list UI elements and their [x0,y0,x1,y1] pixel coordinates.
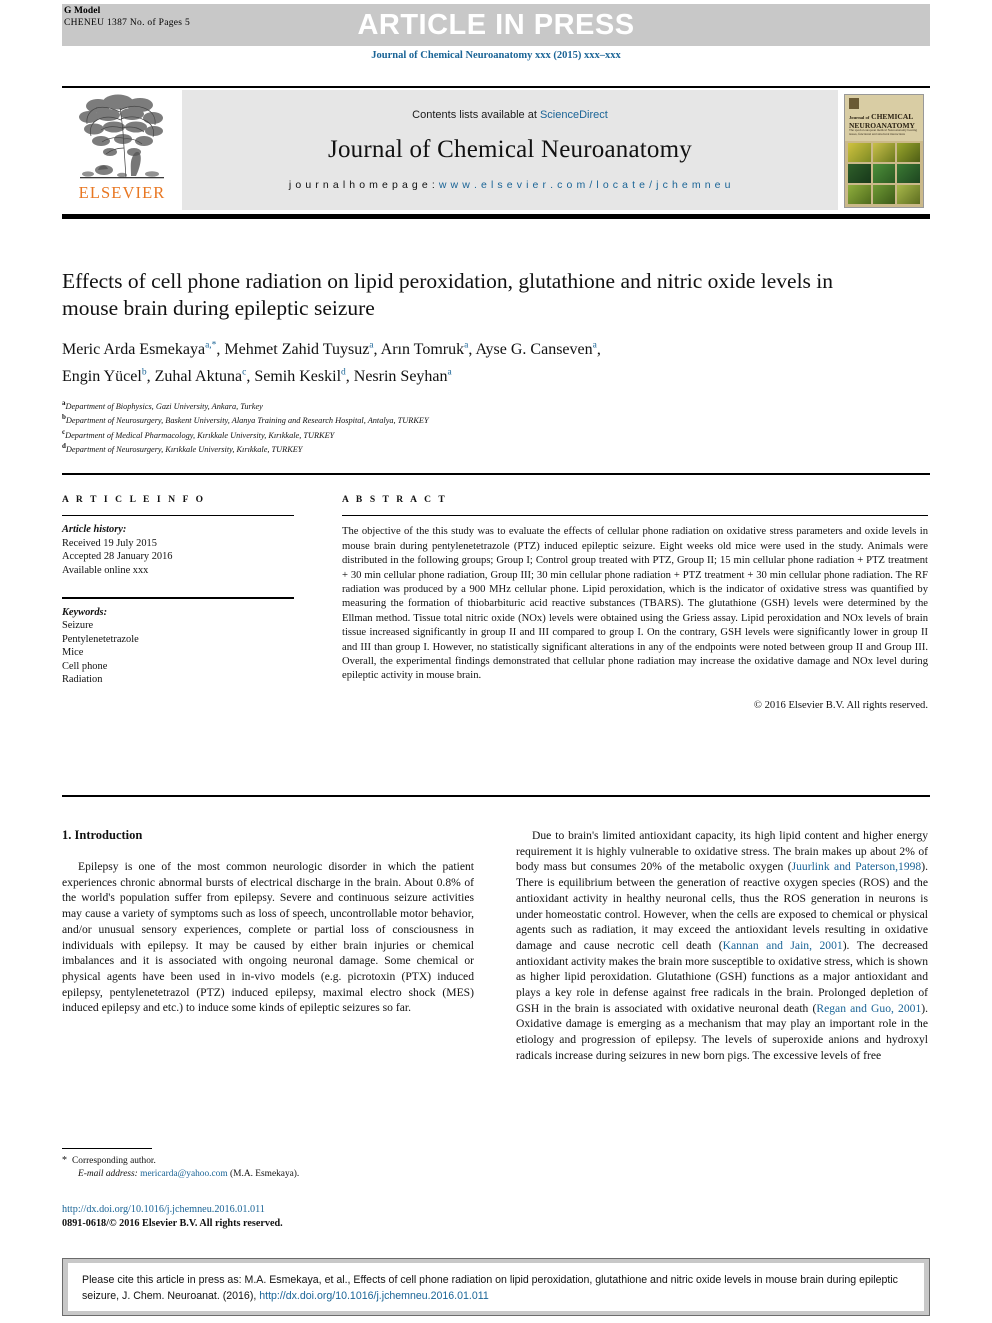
cover-image-grid [848,143,920,204]
email-line: E-mail address: mericarda@yahoo.com (M.A… [62,1168,474,1181]
keyword-item: Mice [62,647,84,659]
abstract-text: The objective of the this study was to e… [342,526,928,682]
affiliation-item: dDepartment of Neurosurgery, Kırıkkale U… [62,442,303,454]
keyword-item: Radiation [62,674,103,686]
info-section-bottom-rule [62,795,930,797]
abstract-panel: A B S T R A C T The objective of the thi… [342,495,928,711]
g-model-label: G Model [64,6,101,16]
cite-text-label: Please cite this article in press as: M.… [82,1274,898,1302]
author-list: Meric Arda Esmekayaa,*, Mehmet Zahid Tuy… [62,335,892,388]
section-heading-introduction: 1. Introduction [62,828,143,842]
elsevier-tree-icon [74,92,170,184]
footnote-star-marker: * [62,1155,67,1167]
masthead-center-panel: Contents lists available at ScienceDirec… [182,90,838,210]
affiliation-item: aDepartment of Biophysics, Gazi Universi… [62,399,263,411]
homepage-url-link[interactable]: w w w . e l s e v i e r . c o m / l o c … [439,179,731,191]
intro-paragraph-right: Due to brain's limited antioxidant capac… [516,828,928,1064]
info-section-top-rule [62,473,930,475]
contents-available-line: Contents lists available at ScienceDirec… [412,109,608,121]
elsevier-wordmark: ELSEVIER [78,183,166,202]
corresponding-author-label: Corresponding author. [72,1156,156,1167]
author-item: Nesrin Seyhana [353,367,452,385]
journal-reference-line: Journal of Chemical Neuroanatomy xxx (20… [371,50,621,61]
keywords-rule [62,597,294,599]
author-item: Engin Yücelb, [62,367,155,385]
intro-paragraph-left: Epilepsy is one of the most common neuro… [62,860,474,1015]
article-info-rule [62,515,294,517]
cover-subtitle-text: The special european medical Neuroanatom… [849,128,918,136]
doi-block: http://dx.doi.org/10.1016/j.jchemneu.201… [62,1203,492,1230]
body-column-right: Due to brain's limited antioxidant capac… [516,828,928,1064]
affiliation-item: cDepartment of Medical Pharmacology, Kır… [62,427,335,440]
article-code-label: CHENEU 1387 No. of Pages 5 [64,17,191,28]
affiliation-item: bDepartment of Neurosurgery, Baskent Uni… [62,413,429,426]
page-title: Effects of cell phone radiation on lipid… [62,269,834,320]
journal-cover-thumbnail: Journal of CHEMICAL NEUROANATOMY The spe… [844,94,924,208]
accepted-date: Accepted 28 January 2016 [62,551,173,563]
email-address-label: E-mail address: [78,1168,138,1179]
author-item: Meric Arda Esmekayaa,*, [62,341,225,359]
g-model-block: G Model CHENEU 1387 No. of Pages 5 [64,6,190,29]
keyword-item: Cell phone [62,660,108,672]
email-link[interactable]: mericarda@yahoo.com [140,1169,228,1179]
available-online-date: Available online xxx [62,564,149,576]
article-in-press-label: ARTICLE IN PRESS [357,9,635,41]
homepage-label: j o u r n a l h o m e p a g e : [288,179,439,191]
article-info-panel: A R T I C L E I N F O Article history: R… [62,495,294,687]
cite-doi-link[interactable]: http://dx.doi.org/10.1016/j.jchemneu.201… [259,1290,489,1302]
contents-prefix-label: Contents lists available at [412,109,540,121]
author-item: Semih Keskild, [254,367,354,385]
issn-copyright-line: 0891-0618/© 2016 Elsevier B.V. All right… [62,1217,283,1229]
abstract-heading: A B S T R A C T [342,495,448,505]
received-date: Received 19 July 2015 [62,537,157,549]
keywords-label: Keywords: [62,606,108,618]
article-info-heading: A R T I C L E I N F O [62,495,206,505]
citation-link-juurlink[interactable]: Juurlink and Paterson,1998 [792,860,922,873]
footnote-divider [62,1148,152,1150]
email-owner-label: (M.A. Esmekaya). [230,1168,300,1179]
author-item: Arın Tomruka, [380,341,476,359]
author-item: Mehmet Zahid Tuysuza, [224,341,381,359]
cite-this-article-text: Please cite this article in press as: M.… [68,1263,924,1311]
doi-link[interactable]: http://dx.doi.org/10.1016/j.jchemneu.201… [62,1203,492,1217]
cover-publisher-icon [849,98,859,109]
journal-title: Journal of Chemical Neuroanatomy [328,136,692,163]
article-history-block: Article history: Received 19 July 2015 A… [62,523,294,577]
abstract-copyright: © 2016 Elsevier B.V. All rights reserved… [753,699,928,711]
sciencedirect-link[interactable]: ScienceDirect [540,109,608,121]
masthead-bottom-rule [62,214,930,219]
article-history-label: Article history: [62,524,127,536]
keywords-block: Keywords: Seizure Pentylenetetrazole Mic… [62,606,294,687]
elsevier-logo-block: ELSEVIER [62,88,182,214]
citation-link-regan[interactable]: Regan and Guo, 2001 [816,1002,921,1015]
article-in-press-banner: ARTICLE IN PRESS [62,4,930,46]
affiliation-list: aDepartment of Biophysics, Gazi Universi… [62,398,892,455]
citation-link-kannan[interactable]: Kannan and Jain, 2001 [723,939,843,952]
author-item: Zuhal Aktunac, [154,367,255,385]
abstract-rule [342,515,928,517]
keyword-item: Seizure [62,620,94,632]
keyword-item: Pentylenetetrazole [62,633,139,645]
journal-homepage-line: j o u r n a l h o m e p a g e : w w w . … [289,179,731,191]
journal-masthead: ELSEVIER Contents lists available at Sci… [62,86,930,214]
author-item: Ayse G. Cansevena, [475,341,601,359]
footnote-block: * Corresponding author. E-mail address: m… [62,1148,474,1180]
corresponding-author-line: * Corresponding author. [62,1155,474,1168]
body-column-left: 1. Introduction Epilepsy is one of the m… [62,828,474,1016]
journal-cover-block: Journal of CHEMICAL NEUROANATOMY The spe… [838,88,930,214]
cite-this-article-box: Please cite this article in press as: M.… [62,1258,930,1316]
